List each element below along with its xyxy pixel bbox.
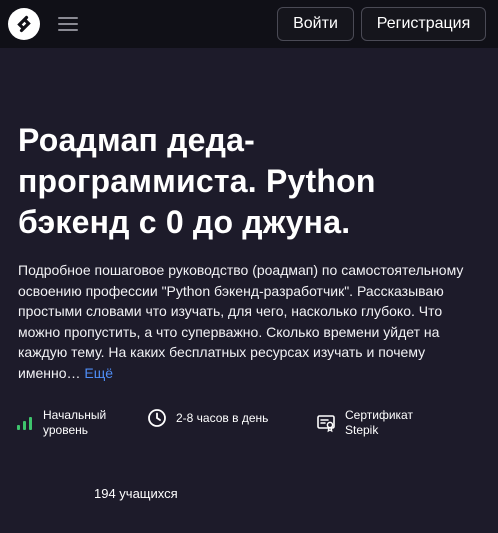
course-title-line: бэкенд с 0 до джуна. — [18, 204, 351, 240]
time-text: 2-8 часов в день — [176, 410, 269, 425]
course-hero: Роадмап деда- программиста. Python бэкен… — [18, 120, 483, 243]
certificate-line: Сертификат — [345, 408, 413, 422]
course-description-text: Подробное пошаговое руководство (роадмап… — [18, 262, 464, 381]
course-description: Подробное пошаговое руководство (роадмап… — [18, 260, 483, 383]
top-navigation-bar: Войти Регистрация — [0, 0, 498, 48]
register-button[interactable]: Регистрация — [361, 7, 486, 41]
stepik-logo-icon[interactable] — [8, 8, 40, 40]
menu-icon[interactable] — [58, 14, 78, 34]
feature-time: 2-8 часов в день — [147, 408, 268, 428]
feature-level: Начальный уровень — [16, 408, 106, 438]
level-line: уровень — [43, 423, 89, 437]
feature-certificate: Сертификат Stepik — [316, 408, 413, 438]
login-button[interactable]: Войти — [277, 7, 354, 41]
clock-icon — [147, 408, 167, 428]
more-link[interactable]: Ещё — [84, 365, 113, 381]
course-title-line: Роадмап деда- — [18, 122, 255, 158]
course-title-line: программиста. Python — [18, 163, 376, 199]
level-bars-icon — [16, 415, 34, 431]
level-line: Начальный — [43, 408, 107, 422]
certificate-line: Stepik — [345, 423, 379, 437]
course-title: Роадмап деда- программиста. Python бэкен… — [18, 120, 483, 243]
students-count: 194 учащихся — [94, 486, 178, 501]
certificate-icon — [316, 413, 336, 433]
